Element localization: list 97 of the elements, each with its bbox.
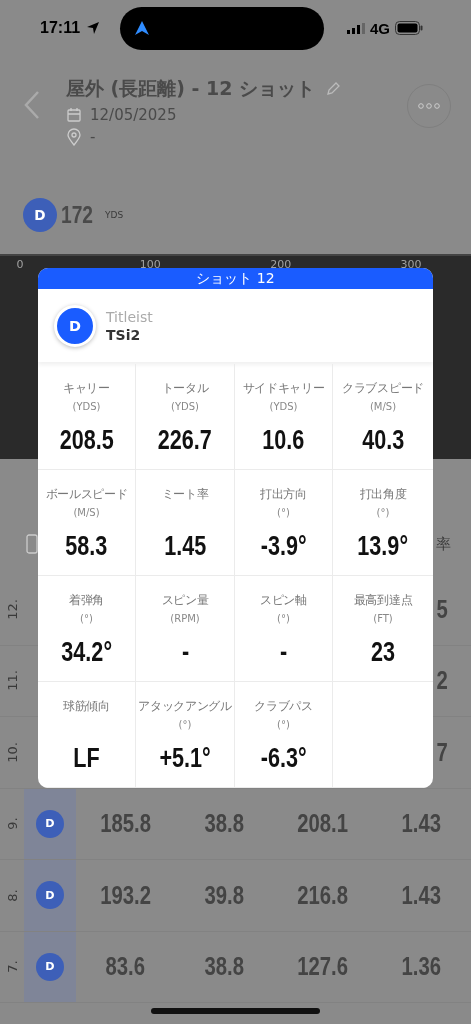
metric-value: 226.7 — [157, 425, 212, 456]
row-number: 10. — [4, 741, 20, 763]
axis-tick-label: 0 — [15, 258, 25, 271]
axis-tick-label: 300 — [399, 258, 423, 271]
club-brand: Titleist — [106, 308, 153, 325]
club-avatar: D — [36, 881, 64, 910]
metric-label: スピン量 — [161, 592, 209, 608]
table-cell: 2 — [436, 665, 448, 697]
metric-label: 打出方向 — [260, 486, 307, 502]
signal-icon — [347, 22, 365, 34]
metric-value: 34.2° — [61, 637, 112, 668]
metric-unit: (°) — [277, 613, 290, 626]
metric-value: 13.9° — [357, 531, 409, 562]
table-cell: 83.6 — [105, 951, 146, 983]
metric-unit: (M/S) — [369, 401, 397, 414]
table-cell: 39.8 — [204, 879, 244, 911]
metric-label: 着弾角 — [68, 592, 105, 608]
more-button[interactable] — [407, 84, 451, 128]
metric-label: アタックアングル — [138, 698, 232, 714]
metric-label: トータル — [161, 380, 209, 396]
clock-time: 17:11 — [40, 19, 81, 37]
table-cell: 185.8 — [100, 808, 151, 840]
location-arrow-icon — [86, 21, 101, 35]
metric-label: クラブスピード — [342, 380, 424, 396]
calendar-icon — [66, 107, 82, 123]
metric-label: サイドキャリー — [242, 380, 325, 396]
table-cell: 5 — [436, 593, 448, 625]
metric-unit: (YDS) — [72, 401, 101, 414]
shot-row[interactable]: 8. D 193.2 39.8 216.8 1.43 — [0, 860, 471, 932]
metric-unit: (°) — [80, 613, 93, 626]
club-model: TSi2 — [106, 326, 142, 343]
table-cell: 38.8 — [204, 951, 244, 983]
metric-unit: (°) — [277, 719, 290, 732]
club-avatar: D — [36, 952, 64, 981]
metric-value: 58.3 — [65, 531, 108, 562]
metric-unit: (YDS) — [269, 401, 298, 414]
pencil-icon[interactable] — [325, 81, 342, 97]
metric-unit: (FT) — [373, 613, 393, 626]
back-icon[interactable] — [22, 90, 42, 120]
metric-label: 最高到達点 — [353, 592, 413, 608]
row-number: 8. — [4, 889, 20, 902]
club-avatar: D — [23, 198, 57, 232]
metric-label: 打出角度 — [359, 486, 407, 502]
session-date: 12/05/2025 — [90, 106, 177, 124]
metric-value: 40.3 — [362, 425, 404, 456]
metric-unit: (°) — [376, 507, 390, 520]
metric-label: ボールスピード — [45, 486, 128, 502]
row-number: 11. — [4, 670, 20, 692]
metric-label: キャリー — [63, 380, 110, 396]
table-cell: 127.6 — [297, 951, 349, 983]
table-cell: 7 — [436, 736, 448, 768]
average-distance: 172 — [61, 201, 94, 229]
metric-unit: (°) — [178, 719, 192, 732]
metric-value: - — [279, 637, 288, 668]
table-cell: 193.2 — [100, 879, 151, 911]
metric-value: 23 — [370, 637, 395, 668]
club-avatar: D — [36, 809, 64, 838]
column-header: 率 — [436, 535, 451, 554]
metric-label: ミート率 — [161, 486, 209, 502]
metric-unit: (M/S) — [73, 507, 100, 520]
table-cell: 208.1 — [297, 808, 349, 840]
navigation-arrow-icon — [134, 20, 151, 36]
table-cell: 1.43 — [401, 879, 442, 911]
more-icon — [418, 103, 440, 109]
column-header-icon — [26, 534, 38, 554]
table-cell: 216.8 — [297, 879, 349, 911]
network-type: 4G — [370, 19, 390, 37]
metric-value: 10.6 — [262, 425, 305, 456]
row-number: 9. — [4, 817, 20, 830]
location-pin-icon — [66, 128, 82, 146]
metric-unit: (YDS) — [171, 401, 199, 414]
metric-value: -6.3° — [260, 743, 307, 774]
distance-unit: YDS — [105, 210, 124, 220]
row-number: 12. — [4, 598, 20, 620]
shot-row[interactable]: 7. D 83.6 38.8 127.6 1.36 — [0, 931, 471, 1003]
metric-label: スピン軸 — [260, 592, 307, 608]
table-cell: 1.43 — [401, 808, 442, 840]
row-number: 7. — [4, 960, 20, 973]
axis-tick-label: 200 — [269, 258, 293, 271]
metric-value: 1.45 — [164, 531, 206, 562]
metric-value: -3.9° — [260, 531, 307, 562]
dialog-title: ショット 12 — [38, 268, 433, 289]
session-location: - — [90, 128, 96, 146]
session-title: 屋外 (長距離) - 12 ショット — [66, 76, 316, 101]
battery-icon — [395, 21, 423, 35]
axis-tick-label: 100 — [138, 258, 162, 271]
metric-label: クラブパス — [254, 698, 313, 714]
metric-value: +5.1° — [159, 743, 211, 774]
metric-value: 208.5 — [59, 425, 114, 456]
metric-unit: (RPM) — [170, 613, 200, 626]
metric-unit: (°) — [277, 507, 290, 520]
metric-value: LF — [73, 743, 100, 774]
shot-row[interactable]: 9. D 185.8 38.8 208.1 1.43 — [0, 788, 471, 860]
table-cell: 1.36 — [401, 951, 442, 983]
metric-value: - — [181, 637, 189, 668]
metric-label: 球筋傾向 — [63, 698, 110, 714]
table-cell: 38.8 — [204, 808, 244, 840]
